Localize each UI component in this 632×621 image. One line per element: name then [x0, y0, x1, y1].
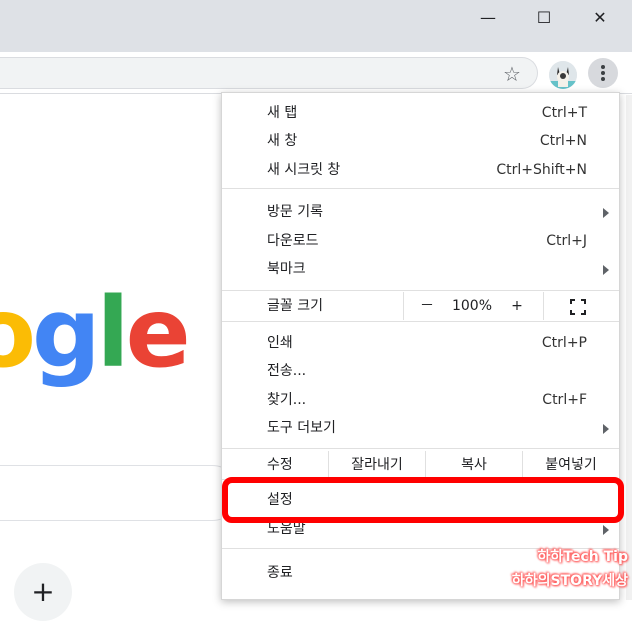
minimize-button[interactable]: — [460, 0, 516, 34]
google-search-box[interactable] [0, 465, 240, 521]
profile-avatar-image [549, 61, 577, 89]
menu-cast[interactable]: 전송... [222, 357, 619, 385]
fullscreen-icon[interactable] [570, 299, 586, 315]
settings-highlight-box [222, 477, 624, 523]
more-vert-icon [601, 65, 605, 81]
menu-edit-row: 수정 잘라내기 복사 붙여넣기 [222, 451, 619, 479]
menu-item-label: 도구 더보기 [267, 420, 336, 436]
close-button[interactable]: ✕ [572, 0, 628, 34]
submenu-arrow-icon [603, 525, 609, 535]
menu-new-incognito-window[interactable]: 새 시크릿 창 Ctrl+Shift+N [222, 156, 619, 184]
zoom-label: 글꼴 크기 [267, 298, 323, 314]
menu-item-shortcut: Ctrl+N [539, 133, 587, 149]
menu-item-label: 새 탭 [267, 105, 298, 121]
chrome-menu: 새 탭 Ctrl+T 새 창 Ctrl+N 새 시크릿 창 Ctrl+Shift… [221, 92, 620, 600]
watermark: 하하Tech Tip 하하의STORY세상 [488, 545, 628, 593]
menu-item-label: 인쇄 [267, 335, 293, 351]
browser-toolbar: ☆ [0, 52, 632, 94]
menu-item-label: 방문 기록 [267, 204, 323, 220]
menu-item-label: 종료 [267, 565, 293, 581]
menu-item-label: 새 창 [267, 133, 298, 149]
logo-e: e [125, 277, 191, 389]
menu-new-window[interactable]: 새 창 Ctrl+N [222, 127, 619, 155]
menu-item-label: 찾기... [267, 392, 307, 408]
menu-new-tab[interactable]: 새 탭 Ctrl+T [222, 99, 619, 127]
menu-print[interactable]: 인쇄 Ctrl+P [222, 329, 619, 357]
menu-zoom-row: 글꼴 크기 － 100% + [222, 292, 619, 320]
menu-item-label: 새 시크릿 창 [267, 162, 341, 178]
paste-button[interactable]: 붙여넣기 [523, 451, 619, 479]
copy-button[interactable]: 복사 [426, 451, 522, 479]
menu-downloads[interactable]: 다운로드 Ctrl+J [222, 227, 619, 255]
maximize-button[interactable]: ☐ [516, 0, 572, 34]
watermark-line2: 하하의STORY세상 [511, 573, 628, 589]
menu-find[interactable]: 찾기... Ctrl+F [222, 386, 619, 414]
title-bar: — ☐ ✕ [0, 0, 632, 52]
logo-g: g [31, 277, 101, 389]
zoom-level: 100% [451, 298, 493, 314]
menu-more-tools[interactable]: 도구 더보기 [222, 414, 619, 442]
submenu-arrow-icon [603, 265, 609, 275]
menu-item-label: 다운로드 [267, 233, 319, 249]
menu-item-shortcut: Ctrl+F [542, 392, 587, 408]
submenu-arrow-icon [603, 208, 609, 218]
profile-avatar[interactable] [549, 61, 577, 89]
logo-o: o [0, 277, 36, 389]
google-logo: ogle [0, 285, 191, 381]
cut-button[interactable]: 잘라내기 [329, 451, 425, 479]
add-shortcut-button[interactable]: + [14, 563, 72, 621]
menu-separator [222, 448, 619, 449]
menu-separator [222, 321, 619, 322]
menu-item-shortcut: Ctrl+J [546, 233, 587, 249]
menu-item-shortcut: Ctrl+P [541, 335, 587, 351]
watermark-line1: 하하Tech Tip [537, 549, 628, 565]
logo-l: l [96, 277, 130, 389]
submenu-arrow-icon [603, 424, 609, 434]
page-scrollbar[interactable] [626, 95, 632, 600]
zoom-divider [543, 292, 544, 320]
menu-item-shortcut: Ctrl+Shift+N [496, 162, 587, 178]
menu-item-label: 전송... [267, 363, 307, 379]
menu-item-label: 북마크 [267, 261, 306, 277]
menu-separator [222, 188, 619, 189]
address-bar[interactable] [0, 57, 538, 89]
zoom-out-button[interactable]: － [404, 292, 450, 320]
menu-bookmarks[interactable]: 북마크 [222, 255, 619, 283]
bookmark-star-icon[interactable]: ☆ [498, 63, 526, 85]
menu-item-shortcut: Ctrl+T [541, 105, 587, 121]
menu-history[interactable]: 방문 기록 [222, 198, 619, 226]
menu-separator [222, 290, 619, 291]
chrome-menu-button[interactable] [588, 58, 618, 88]
zoom-in-button[interactable]: + [494, 292, 540, 320]
edit-label: 수정 [267, 457, 293, 473]
